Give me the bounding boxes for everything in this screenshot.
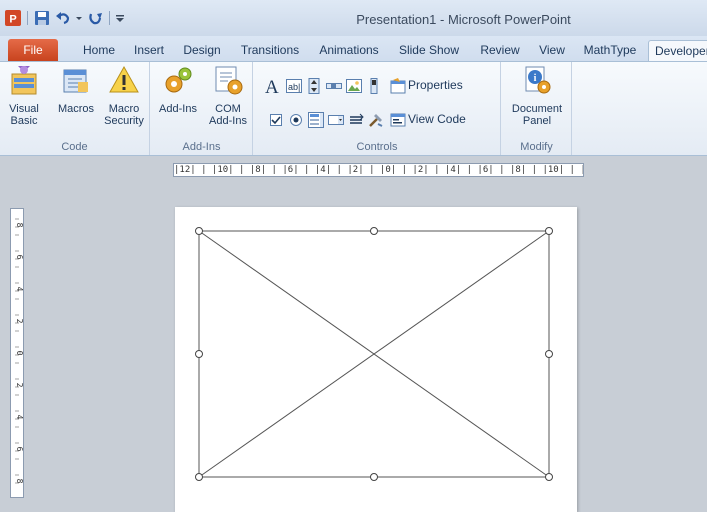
- group-modify: i Document Panel Modify: [502, 62, 572, 155]
- document-panel-button[interactable]: i Document Panel: [506, 64, 568, 127]
- tab-mathtype[interactable]: MathType: [580, 40, 640, 61]
- vertical-ruler: 864202468: [10, 208, 24, 498]
- tab-slide-show[interactable]: Slide Show: [394, 40, 464, 61]
- com-add-ins-button[interactable]: COM Add-Ins: [207, 64, 249, 127]
- group-code: Visual Basic Macros Macro Security Code: [0, 62, 150, 155]
- tab-home[interactable]: Home: [79, 40, 119, 61]
- tab-transitions[interactable]: Transitions: [235, 40, 305, 61]
- svg-text:i: i: [534, 73, 537, 84]
- resize-handle-right[interactable]: [545, 350, 553, 358]
- horizontal-ruler: |12| | |10| | |8| | |6| | |4| | |2| | |0…: [173, 163, 584, 177]
- visual-basic-button[interactable]: Visual Basic: [3, 64, 45, 127]
- tab-file[interactable]: File: [8, 39, 58, 61]
- checkbox-control-icon[interactable]: [268, 112, 284, 128]
- group-modify-label: Modify: [520, 141, 553, 153]
- combobox-control-icon[interactable]: [328, 112, 344, 128]
- scrollbar-control-icon[interactable]: [326, 78, 342, 94]
- macros-icon: [63, 69, 88, 93]
- resize-handle-top[interactable]: [370, 227, 378, 235]
- view-code-icon: [390, 113, 406, 127]
- spin-button-control-icon[interactable]: [306, 78, 322, 94]
- group-controls: A ab| Properties View Code Controls: [254, 62, 501, 155]
- vertical-ruler-marks: 864202468: [15, 218, 24, 484]
- visual-basic-icon: [11, 66, 37, 95]
- toggle-button-control-icon[interactable]: [366, 78, 382, 94]
- macros-label: Macros: [57, 103, 95, 115]
- ribbon-tab-row: File Home Insert Design Transitions Anim…: [0, 36, 707, 61]
- resize-handle-left[interactable]: [195, 350, 203, 358]
- svg-text:ab|: ab|: [288, 82, 300, 92]
- resize-handle-top-right[interactable]: [545, 227, 553, 235]
- group-controls-label: Controls: [356, 141, 398, 153]
- com-add-ins-label-1: COM: [215, 103, 241, 115]
- command-button-control-icon[interactable]: [348, 112, 364, 128]
- ribbon: Visual Basic Macros Macro Security Code …: [0, 61, 707, 156]
- group-code-label: Code: [61, 141, 88, 153]
- textbox-control-icon[interactable]: ab|: [286, 78, 302, 94]
- tab-design[interactable]: Design: [178, 40, 226, 61]
- com-add-ins-icon: [215, 66, 243, 95]
- image-control-icon[interactable]: [346, 78, 362, 94]
- add-ins-label: Add-Ins: [159, 103, 197, 115]
- com-add-ins-label-2: Add-Ins: [209, 115, 247, 127]
- more-controls-icon[interactable]: [368, 112, 384, 128]
- document-panel-icon: i: [525, 66, 551, 94]
- document-panel-label-1: Document: [511, 103, 563, 115]
- gears-icon: [165, 67, 192, 93]
- resize-handle-bottom[interactable]: [370, 473, 378, 481]
- warning-icon: [109, 65, 139, 93]
- macro-security-label-2: Security: [104, 115, 144, 127]
- title-bar: P Presentation1 - Microsoft PowerPoint: [0, 0, 707, 36]
- option-button-control-icon[interactable]: [288, 112, 304, 128]
- resize-handle-bottom-right[interactable]: [545, 473, 553, 481]
- window-title: Presentation1 - Microsoft PowerPoint: [356, 12, 571, 27]
- view-code-label: View Code: [408, 112, 466, 126]
- tab-developer[interactable]: Developer: [648, 40, 707, 61]
- resize-handle-bottom-left[interactable]: [195, 473, 203, 481]
- svg-text:A: A: [265, 77, 279, 96]
- properties-button[interactable]: Properties: [408, 78, 463, 92]
- group-add-ins-label: Add-Ins: [182, 141, 221, 153]
- macros-button[interactable]: Macros: [54, 64, 98, 115]
- tab-insert[interactable]: Insert: [127, 40, 171, 61]
- slide[interactable]: [175, 207, 577, 512]
- view-code-button[interactable]: View Code: [408, 112, 466, 126]
- visual-basic-label: Visual Basic: [9, 103, 39, 127]
- group-add-ins: Add-Ins COM Add-Ins Add-Ins: [151, 62, 253, 155]
- resize-handle-top-left[interactable]: [195, 227, 203, 235]
- document-panel-label-2: Panel: [522, 115, 552, 127]
- tab-animations[interactable]: Animations: [313, 40, 385, 61]
- listbox-control-icon[interactable]: [308, 112, 324, 128]
- properties-label: Properties: [408, 78, 463, 92]
- macro-security-button[interactable]: Macro Security: [100, 64, 148, 127]
- empty-placeholder[interactable]: [175, 207, 577, 512]
- tab-review[interactable]: Review: [476, 40, 524, 61]
- tab-view[interactable]: View: [533, 40, 571, 61]
- add-ins-button[interactable]: Add-Ins: [155, 64, 201, 115]
- macro-security-label-1: Macro: [108, 103, 140, 115]
- properties-icon: [390, 78, 406, 94]
- label-control-icon[interactable]: A: [264, 76, 282, 96]
